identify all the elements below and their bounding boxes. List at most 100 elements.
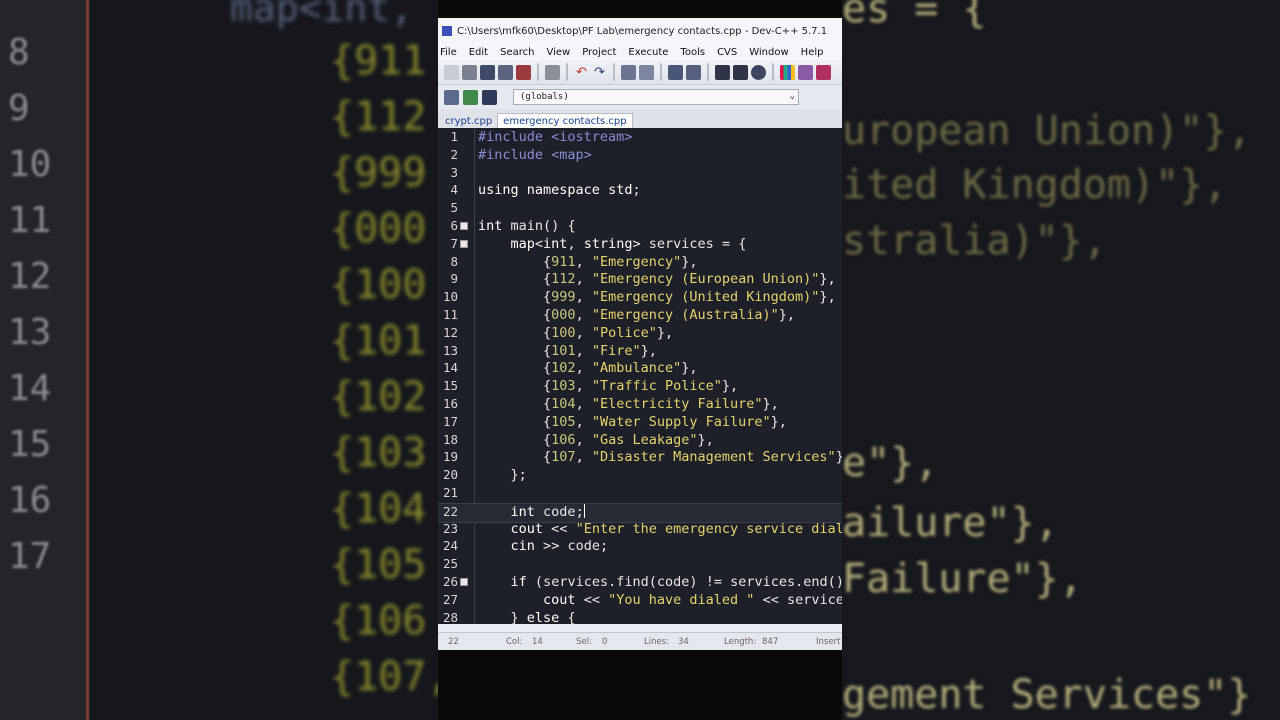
line-number: 14 bbox=[442, 360, 458, 376]
save-all-icon[interactable] bbox=[498, 64, 513, 80]
insert-icon[interactable] bbox=[444, 89, 459, 105]
find-icon[interactable] bbox=[621, 64, 636, 80]
code-line[interactable]: 25 bbox=[438, 556, 842, 574]
redo-icon[interactable]: ↷ bbox=[592, 65, 607, 80]
code-line[interactable]: 3 bbox=[438, 165, 842, 183]
code-line[interactable]: 20 }; bbox=[438, 467, 842, 485]
status-col: 14 bbox=[532, 637, 543, 647]
unindent-icon[interactable] bbox=[686, 64, 701, 80]
background-code-fragment: {000 bbox=[330, 206, 427, 252]
code-text: int code; bbox=[510, 503, 585, 520]
new-file-icon[interactable] bbox=[444, 64, 459, 80]
scope-select[interactable]: (globals) ⌄ bbox=[513, 89, 799, 105]
devcpp-window: C:\Users\mfk60\Desktop\PF Lab\emergency … bbox=[438, 18, 842, 650]
menu-cvs[interactable]: CVS bbox=[717, 47, 737, 58]
code-line[interactable]: 24 cin >> code; bbox=[438, 538, 842, 556]
code-line[interactable]: 27 cout << "You have dialed " << service… bbox=[438, 592, 842, 610]
menu-search[interactable]: Search bbox=[500, 47, 534, 58]
code-line[interactable]: 1 #include <iostream> bbox=[438, 129, 842, 147]
status-lines-label: Lines: bbox=[644, 637, 670, 647]
code-line[interactable]: 4 using namespace std; bbox=[438, 182, 842, 200]
menu-tools[interactable]: Tools bbox=[680, 47, 705, 58]
line-number: 2 bbox=[450, 146, 458, 162]
background-code-fragment: {101 bbox=[330, 318, 427, 364]
background-line-number: 8 bbox=[8, 32, 30, 73]
menu-window[interactable]: Window bbox=[749, 47, 788, 58]
code-line[interactable]: 2 #include <map> bbox=[438, 147, 842, 165]
toolbar-separator bbox=[566, 63, 568, 81]
code-editor[interactable]: 1 #include <iostream> 2 #include <map> 3 4 usi… bbox=[438, 128, 842, 624]
code-line[interactable]: 5 bbox=[438, 200, 842, 218]
line-number: 21 bbox=[442, 485, 458, 500]
code-line[interactable]: 26 if (services.find(code) != services.e… bbox=[438, 574, 842, 592]
menu-file[interactable]: File bbox=[440, 47, 457, 58]
line-number: 27 bbox=[442, 591, 458, 607]
menu-help[interactable]: Help bbox=[801, 47, 824, 58]
line-number: 20 bbox=[442, 467, 458, 483]
fold-toggle-icon[interactable] bbox=[460, 239, 468, 248]
code-line[interactable]: 18 {106, "Gas Leakage"}, bbox=[438, 432, 842, 450]
code-line[interactable]: 14 {102, "Ambulance"}, bbox=[438, 360, 842, 378]
back-icon[interactable] bbox=[715, 64, 730, 80]
background-code-top: map<int, bbox=[230, 0, 414, 30]
code-line[interactable]: 17 {105, "Water Supply Failure"}, bbox=[438, 414, 842, 432]
background-line-number: 15 bbox=[8, 424, 52, 465]
code-text: #include <iostream> bbox=[478, 129, 633, 145]
toggle-icon[interactable] bbox=[463, 89, 478, 105]
compile-run-icon[interactable] bbox=[816, 64, 831, 80]
code-line[interactable]: 8 {911, "Emergency"}, bbox=[438, 254, 842, 272]
code-line[interactable]: 10 {999, "Emergency (United Kingdom)"}, bbox=[438, 289, 842, 307]
fold-toggle-icon[interactable] bbox=[460, 222, 468, 230]
menu-project[interactable]: Project bbox=[582, 47, 616, 58]
file-tabs: crypt.cpp emergency contacts.cpp bbox=[438, 109, 842, 129]
code-line[interactable]: 28 } else { bbox=[438, 610, 842, 624]
background-line-number: 16 bbox=[8, 480, 52, 521]
text-caret bbox=[583, 503, 585, 518]
code-line[interactable]: 11 {000, "Emergency (Australia)"}, bbox=[438, 307, 842, 325]
close-file-icon[interactable] bbox=[516, 64, 531, 80]
status-bar: 22 Col: 14 Sel: 0 Lines: 34 Length: 847 … bbox=[438, 632, 842, 650]
app-icon bbox=[442, 26, 452, 36]
code-text: {105, "Water Supply Failure"}, bbox=[543, 413, 787, 430]
open-file-icon[interactable] bbox=[462, 64, 477, 80]
code-line[interactable]: 12 {100, "Police"}, bbox=[438, 325, 842, 343]
menu-view[interactable]: View bbox=[546, 47, 570, 58]
line-number: 17 bbox=[442, 413, 458, 429]
code-text: {000, "Emergency (Australia)"}, bbox=[543, 307, 796, 323]
fold-toggle-icon[interactable] bbox=[460, 578, 468, 586]
background-code-fragment: {911 bbox=[330, 38, 427, 84]
background-code-fragment: {999 bbox=[330, 150, 427, 196]
toolbar-separator bbox=[613, 63, 615, 81]
print-icon[interactable] bbox=[545, 64, 560, 80]
line-number: 28 bbox=[442, 609, 458, 624]
code-line[interactable]: 19 {107, "Disaster Management Services"} bbox=[438, 449, 842, 467]
goto-icon[interactable] bbox=[482, 89, 497, 105]
code-line[interactable]: 13 {101, "Fire"}, bbox=[438, 343, 842, 361]
line-number: 8 bbox=[450, 253, 458, 269]
code-line[interactable]: 16 {104, "Electricity Failure"}, bbox=[438, 396, 842, 414]
compile-icon[interactable] bbox=[780, 64, 795, 80]
code-line[interactable]: 23 cout << "Enter the emergency service … bbox=[438, 521, 842, 539]
indent-icon[interactable] bbox=[668, 64, 683, 80]
run-icon[interactable] bbox=[798, 64, 813, 80]
undo-icon[interactable]: ↶ bbox=[574, 65, 589, 80]
tab-emergency-contacts-cpp[interactable]: emergency contacts.cpp bbox=[497, 113, 633, 129]
replace-icon[interactable] bbox=[639, 64, 654, 80]
background-code-fragment: ailure"}, bbox=[842, 500, 1059, 546]
tab-crypt-cpp[interactable]: crypt.cpp bbox=[440, 114, 497, 129]
menu-execute[interactable]: Execute bbox=[628, 47, 668, 58]
code-line[interactable]: 21 bbox=[438, 485, 842, 503]
save-icon[interactable] bbox=[480, 64, 495, 80]
code-line[interactable]: 15 {103, "Traffic Police"}, bbox=[438, 378, 842, 396]
code-line[interactable]: 6 int main() { bbox=[438, 218, 842, 236]
line-number: 19 bbox=[442, 449, 458, 465]
background-line-number: 12 bbox=[8, 256, 52, 297]
code-line[interactable]: 9 {112, "Emergency (European Union)"}, bbox=[438, 271, 842, 289]
forward-icon[interactable] bbox=[733, 64, 748, 80]
code-line[interactable]: 7 map<int, string> services = { bbox=[438, 236, 842, 254]
bookmark-icon[interactable] bbox=[751, 64, 766, 80]
scope-value: (globals) bbox=[520, 92, 569, 102]
title-bar: C:\Users\mfk60\Desktop\PF Lab\emergency … bbox=[438, 18, 842, 44]
menu-edit[interactable]: Edit bbox=[469, 47, 488, 58]
code-text: if (services.find(code) != services.end(… bbox=[510, 574, 842, 590]
